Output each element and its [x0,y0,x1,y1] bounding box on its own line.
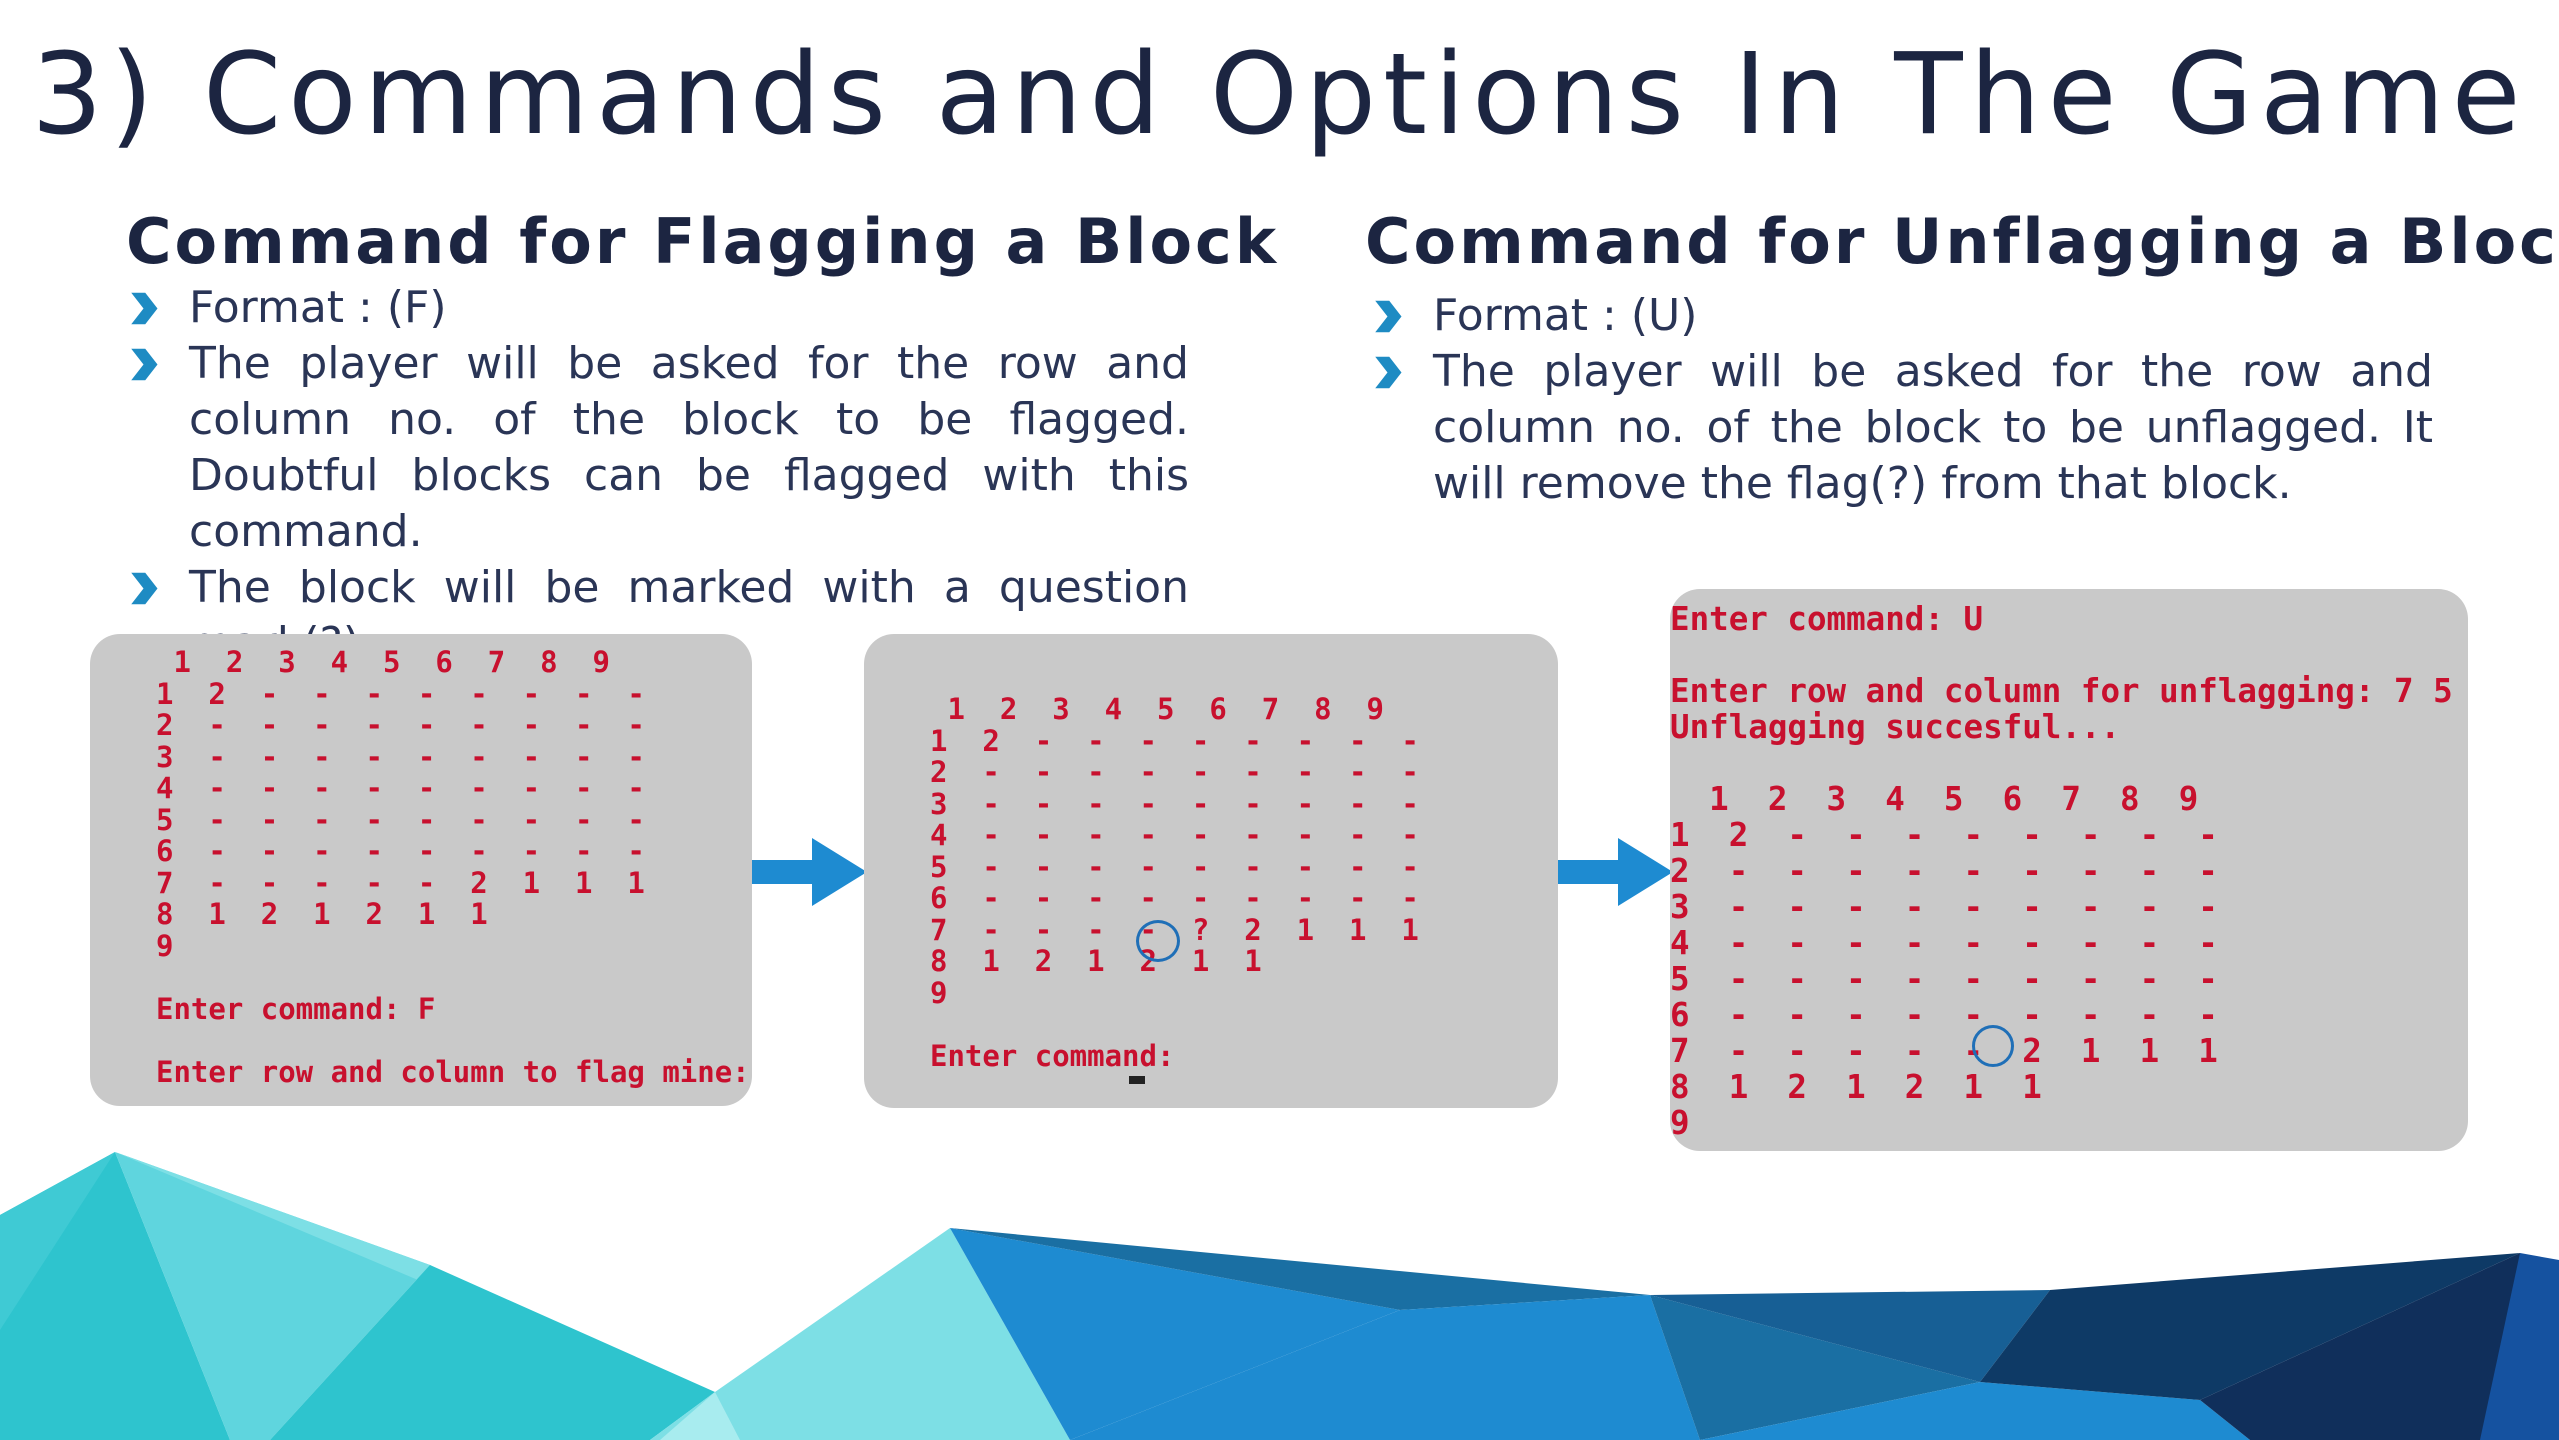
flagging-bullet-description: The player will be asked for the row and… [126,336,1189,560]
terminal-before-flag-text: 1 2 3 4 5 6 7 8 9 1 2 - - - - - - - - 2 … [156,645,750,1089]
unflagging-heading: Command for Unflagging a Block [1365,205,2559,278]
unflagging-bullet-format: Format : (U) [1370,288,2433,344]
chevron-right-icon [131,348,158,381]
flag-highlight-circle [1136,920,1180,962]
flagging-heading: Command for Flagging a Block [126,205,1280,278]
terminal-after-unflag-text: Enter command: U Enter row and column fo… [1670,600,2453,1142]
chevron-right-icon [1375,300,1402,333]
right-arrow-icon [1558,838,1673,906]
terminal-before-flag: 1 2 3 4 5 6 7 8 9 1 2 - - - - - - - - 2 … [90,634,752,1106]
unflag-highlight-circle [1972,1025,2014,1067]
right-arrow-icon [752,838,867,906]
flagging-description-text: The player will be asked for the row and… [189,338,1189,557]
terminal-after-unflag: Enter command: U Enter row and column fo… [1670,589,2468,1151]
chevron-right-icon [1375,356,1402,389]
terminal-after-flag: 1 2 3 4 5 6 7 8 9 1 2 - - - - - - - - 2 … [864,634,1558,1108]
unflagging-bullet-description: The player will be asked for the row and… [1370,344,2433,512]
chevron-right-icon [131,572,158,605]
unflagging-bullet-list: Format : (U) The player will be asked fo… [1370,288,2433,512]
terminal-after-flag-text: 1 2 3 4 5 6 7 8 9 1 2 - - - - - - - - 2 … [930,692,1419,1073]
slide-title: 3) Commands and Options In The Game [31,30,2528,160]
flagging-format-text: Format : (F) [189,282,447,333]
terminal-cursor [1129,1076,1145,1084]
chevron-right-icon [131,292,158,325]
unflagging-description-text: The player will be asked for the row and… [1433,346,2433,509]
mountain-background [0,1152,2559,1440]
unflagging-format-text: Format : (U) [1433,290,1698,341]
flagging-bullet-list: Format : (F) The player will be asked fo… [126,280,1189,672]
flagging-bullet-format: Format : (F) [126,280,1189,336]
